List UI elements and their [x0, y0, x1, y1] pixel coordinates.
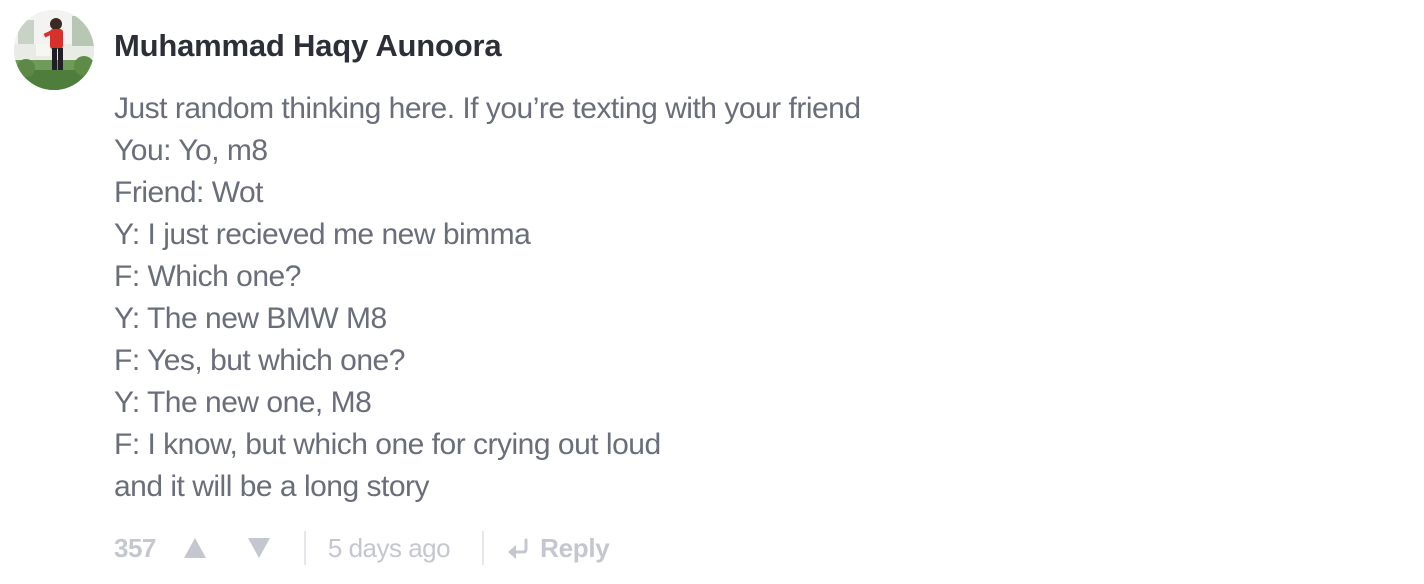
comment-line: You: Yo, m8: [114, 134, 268, 167]
comment-line: Y: The new BMW M8: [114, 302, 387, 335]
reply-label: Reply: [540, 532, 610, 563]
comment-line: F: Yes, but which one?: [114, 344, 405, 377]
footer-divider: [303, 531, 306, 565]
comment-line: Y: I just recieved me new bimma: [114, 218, 531, 251]
comment: Muhammad Haqy Aunoora Just random thinki…: [14, 10, 1394, 580]
triangle-up-icon: [183, 538, 206, 558]
comment-timestamp[interactable]: 5 days ago: [328, 533, 451, 564]
comment-line: F: I know, but which one for crying out …: [114, 428, 661, 461]
avatar[interactable]: [14, 10, 94, 90]
vote-score: 357: [114, 532, 156, 563]
comment-line: Just random thinking here. If you’re tex…: [114, 92, 861, 125]
upvote-button[interactable]: [182, 535, 208, 561]
comment-line: F: Which one?: [114, 260, 301, 293]
comment-author[interactable]: Muhammad Haqy Aunoora: [114, 28, 502, 64]
user-photo-avatar: [14, 10, 94, 90]
reply-button[interactable]: Reply: [506, 532, 610, 564]
reply-arrow-icon: [506, 536, 530, 560]
comment-line: Friend: Wot: [114, 176, 264, 209]
comment-line: and it will be a long story: [114, 470, 430, 503]
footer-divider: [482, 531, 485, 565]
comment-body: Just random thinking here. If you’re tex…: [114, 88, 1314, 508]
comment-line: Y: The new one, M8: [114, 386, 372, 419]
downvote-button[interactable]: [246, 535, 272, 561]
triangle-down-icon: [247, 538, 270, 558]
comment-footer: 357 5 days ago Reply: [114, 528, 610, 568]
